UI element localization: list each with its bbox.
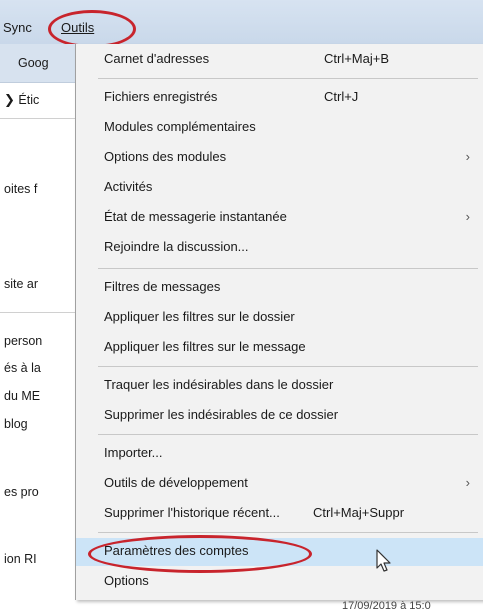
chevron-right-icon: ❯: [4, 92, 15, 107]
menu-item-modules-complementaires[interactable]: Modules complémentaires: [76, 114, 483, 142]
background-date-text: 17/09/2019 à 15:0: [342, 600, 431, 612]
menu-item-label: Outils de développement: [104, 475, 248, 490]
mouse-cursor-icon: [376, 549, 391, 572]
background-row-etic[interactable]: ❯ Étic: [4, 92, 39, 108]
background-toolbar: Goog: [0, 44, 75, 83]
menu-item-filtres-messages[interactable]: Filtres de messages: [76, 274, 483, 302]
menu-item-appliquer-filtres-dossier[interactable]: Appliquer les filtres sur le dossier: [76, 304, 483, 332]
menu-item-label: Carnet d'adresses: [104, 51, 210, 66]
menu-item-label: Supprimer les indésirables de ce dossier: [104, 407, 339, 422]
menu-item-shortcut: Ctrl+Maj+B: [324, 51, 390, 66]
menubar-item-outils[interactable]: Outils: [61, 20, 94, 35]
background-divider: [0, 118, 75, 119]
menu-separator: [98, 366, 478, 367]
background-divider: [0, 312, 75, 313]
menu-separator: [98, 434, 478, 435]
menu-item-shortcut: Ctrl+J: [324, 89, 359, 104]
menu-item-options-des-modules[interactable]: Options des modules ›: [76, 144, 483, 172]
menu-item-label: Appliquer les filtres sur le message: [104, 339, 306, 354]
background-row[interactable]: blog: [4, 417, 28, 431]
screen: Sync Outils Goog ❯ Étic oites f site ar …: [0, 0, 483, 612]
menu-item-label: Supprimer l'historique récent...: [104, 505, 280, 520]
background-row[interactable]: oites f: [4, 182, 37, 196]
chevron-right-icon: ›: [465, 475, 470, 490]
menu-item-options[interactable]: Options: [76, 568, 483, 596]
background-row[interactable]: site ar: [4, 277, 38, 291]
chevron-right-icon: ›: [465, 149, 470, 164]
menu-item-label: Options: [104, 573, 149, 588]
chevron-right-icon: ›: [465, 209, 470, 224]
menu-item-label: Activités: [104, 179, 153, 194]
menu-item-label: Filtres de messages: [104, 279, 221, 294]
menu-separator: [98, 78, 478, 79]
background-row[interactable]: és à la: [4, 361, 41, 375]
menu-item-shortcut: Ctrl+Maj+Suppr: [313, 505, 405, 520]
menu-item-etat-messagerie[interactable]: État de messagerie instantanée ›: [76, 204, 483, 232]
menu-item-label: Options des modules: [104, 149, 227, 164]
menubar-outils-label: Outils: [61, 20, 95, 35]
menu-item-label: Modules complémentaires: [104, 119, 256, 134]
background-row[interactable]: du ME: [4, 389, 40, 403]
menu-item-label: Appliquer les filtres sur le dossier: [104, 309, 295, 324]
menu-item-supprimer-historique[interactable]: Supprimer l'historique récent... Ctrl+Ma…: [76, 500, 483, 528]
background-window: Goog ❯ Étic oites f site ar person és à …: [0, 44, 75, 612]
menu-item-rejoindre-discussion[interactable]: Rejoindre la discussion...: [76, 234, 483, 262]
menu-item-supprimer-indesirables[interactable]: Supprimer les indésirables de ce dossier: [76, 402, 483, 430]
menu-item-activites[interactable]: Activités: [76, 174, 483, 202]
outils-dropdown-menu: Carnet d'adresses Ctrl+Maj+B Fichiers en…: [75, 44, 483, 600]
menu-separator: [98, 532, 478, 533]
menu-item-carnet-adresses[interactable]: Carnet d'adresses Ctrl+Maj+B: [76, 46, 483, 74]
background-row[interactable]: ion RI: [4, 552, 37, 566]
menu-separator: [98, 268, 478, 269]
menubar-item-sync[interactable]: Sync: [3, 20, 32, 35]
menu-item-outils-developpement[interactable]: Outils de développement ›: [76, 470, 483, 498]
menu-item-label: Paramètres des comptes: [104, 543, 249, 558]
background-row-etic-text: Étic: [18, 93, 40, 107]
menu-item-label: Importer...: [104, 445, 163, 460]
menu-item-appliquer-filtres-message[interactable]: Appliquer les filtres sur le message: [76, 334, 483, 362]
menu-item-label: État de messagerie instantanée: [104, 209, 287, 224]
menu-item-fichiers-enregistres[interactable]: Fichiers enregistrés Ctrl+J: [76, 84, 483, 112]
menu-item-parametres-comptes[interactable]: Paramètres des comptes: [76, 538, 483, 566]
background-row[interactable]: es pro: [4, 485, 39, 499]
menu-item-label: Fichiers enregistrés: [104, 89, 218, 104]
background-row[interactable]: person: [4, 334, 42, 348]
menu-item-label: Traquer les indésirables dans le dossier: [104, 377, 334, 392]
menu-item-importer[interactable]: Importer...: [76, 440, 483, 468]
background-toolbar-text: Goog: [18, 56, 49, 70]
menu-item-traquer-indesirables[interactable]: Traquer les indésirables dans le dossier: [76, 372, 483, 400]
menubar: Sync Outils: [0, 0, 483, 45]
menu-item-label: Rejoindre la discussion...: [104, 239, 249, 254]
